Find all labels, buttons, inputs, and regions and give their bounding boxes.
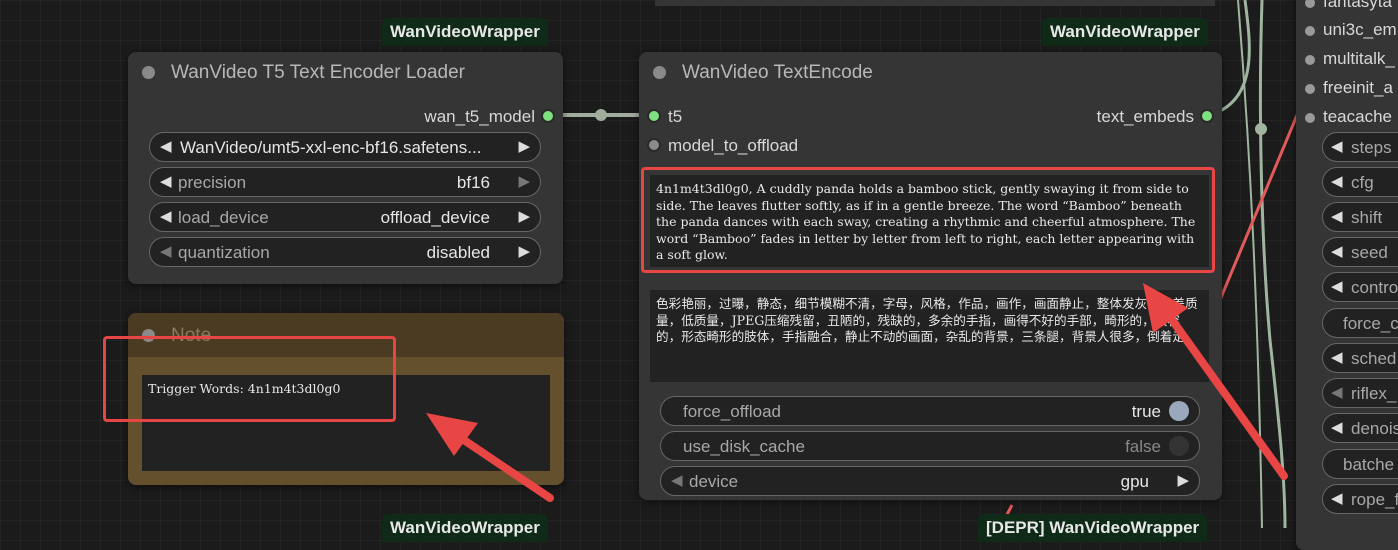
annotation-arrows (426, 283, 1288, 502)
arrow-to-note-icon (426, 413, 554, 502)
arrow-to-prompt-icon (1143, 283, 1288, 480)
